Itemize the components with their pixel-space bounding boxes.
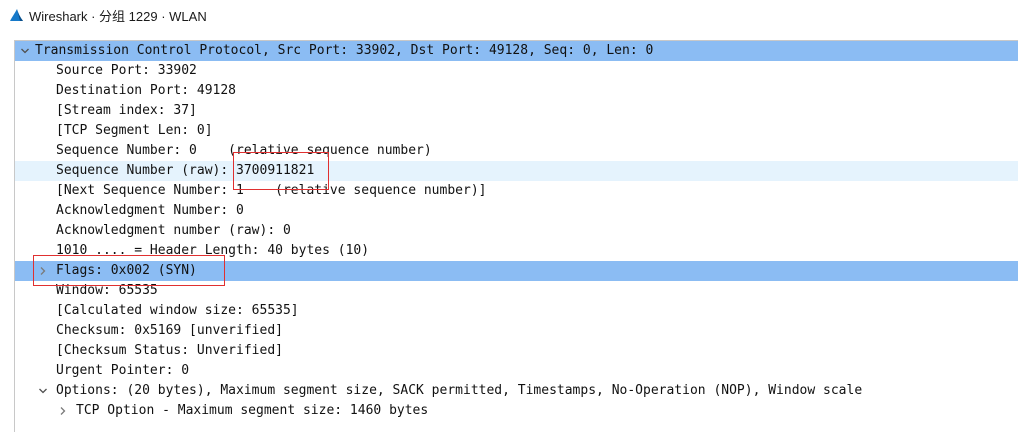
wireshark-fin-icon	[10, 9, 23, 21]
chevron-down-icon[interactable]	[18, 41, 32, 61]
tree-row-label: Transmission Control Protocol, Src Port:…	[35, 43, 654, 58]
chevron-right-icon[interactable]	[36, 261, 50, 281]
tree-row-label: [Stream index: 37]	[56, 103, 197, 118]
tree-row-acknowledgment-number-raw-0[interactable]: Acknowledgment number (raw): 0	[15, 221, 1018, 241]
tree-row-label: Window: 65535	[56, 283, 158, 298]
tree-row-tcp-segment-len-0[interactable]: [TCP Segment Len: 0]	[15, 121, 1018, 141]
tree-row-label: Acknowledgment Number: 0	[56, 203, 244, 218]
tree-row-label: [TCP Segment Len: 0]	[56, 123, 213, 138]
tree-row-destination-port-49128[interactable]: Destination Port: 49128	[15, 81, 1018, 101]
tree-row-label: Acknowledgment number (raw): 0	[56, 223, 291, 238]
tree-row-label: Options: (20 bytes), Maximum segment siz…	[56, 383, 863, 398]
tree-row-label: Sequence Number: 0 (relative sequence nu…	[56, 143, 432, 158]
window-title: Wireshark · 分组 1229 · WLAN	[29, 8, 207, 24]
tree-row-source-port-33902[interactable]: Source Port: 33902	[15, 61, 1018, 81]
tree-row-transmission-control-protocol-src-port-3[interactable]: Transmission Control Protocol, Src Port:…	[15, 41, 1018, 61]
tree-row-sequence-number-0-relative-sequence-numb[interactable]: Sequence Number: 0 (relative sequence nu…	[15, 141, 1018, 161]
tree-row-label: [Next Sequence Number: 1 (relative seque…	[56, 183, 487, 198]
chevron-right-icon[interactable]	[56, 401, 70, 421]
tree-row-1010-header-length-40-bytes-10[interactable]: 1010 .... = Header Length: 40 bytes (10)	[15, 241, 1018, 261]
tree-row-stream-index-37[interactable]: [Stream index: 37]	[15, 101, 1018, 121]
tree-row-label: Checksum: 0x5169 [unverified]	[56, 323, 283, 338]
tree-row-label: [Calculated window size: 65535]	[56, 303, 299, 318]
tree-row-label: [Checksum Status: Unverified]	[56, 343, 283, 358]
tree-row-label: Source Port: 33902	[56, 63, 197, 78]
tree-row-next-sequence-number-1-relative-sequence[interactable]: [Next Sequence Number: 1 (relative seque…	[15, 181, 1018, 201]
tree-row-label: 1010 .... = Header Length: 40 bytes (10)	[56, 243, 370, 258]
window-titlebar: Wireshark · 分组 1229 · WLAN	[0, 0, 1018, 30]
tree-row-label: Flags: 0x002 (SYN)	[56, 263, 197, 278]
tree-row-label: Destination Port: 49128	[56, 83, 237, 98]
tree-row-label: Urgent Pointer: 0	[56, 363, 190, 378]
chevron-down-icon[interactable]	[36, 381, 50, 401]
tree-row-label: TCP Option - Maximum segment size: 1460 …	[76, 403, 429, 418]
tree-row-checksum-status-unverified[interactable]: [Checksum Status: Unverified]	[15, 341, 1018, 361]
packet-details-tree[interactable]: Transmission Control Protocol, Src Port:…	[14, 40, 1018, 432]
tree-row-checksum-0x5169-unverified[interactable]: Checksum: 0x5169 [unverified]	[15, 321, 1018, 341]
tree-row-calculated-window-size-65535[interactable]: [Calculated window size: 65535]	[15, 301, 1018, 321]
tree-row-label: Sequence Number (raw): 3700911821	[56, 163, 315, 178]
tree-row-urgent-pointer-0[interactable]: Urgent Pointer: 0	[15, 361, 1018, 381]
tree-row-window-65535[interactable]: Window: 65535	[15, 281, 1018, 301]
tree-row-tcp-option-maximum-segment-size-1460-byt[interactable]: TCP Option - Maximum segment size: 1460 …	[15, 401, 1018, 421]
tree-row-sequence-number-raw-3700911821[interactable]: Sequence Number (raw): 3700911821	[15, 161, 1018, 181]
tree-row-acknowledgment-number-0[interactable]: Acknowledgment Number: 0	[15, 201, 1018, 221]
tree-row-options-20-bytes-maximum-segment-size-sa[interactable]: Options: (20 bytes), Maximum segment siz…	[15, 381, 1018, 401]
tree-row-flags-0x002-syn[interactable]: Flags: 0x002 (SYN)	[15, 261, 1018, 281]
